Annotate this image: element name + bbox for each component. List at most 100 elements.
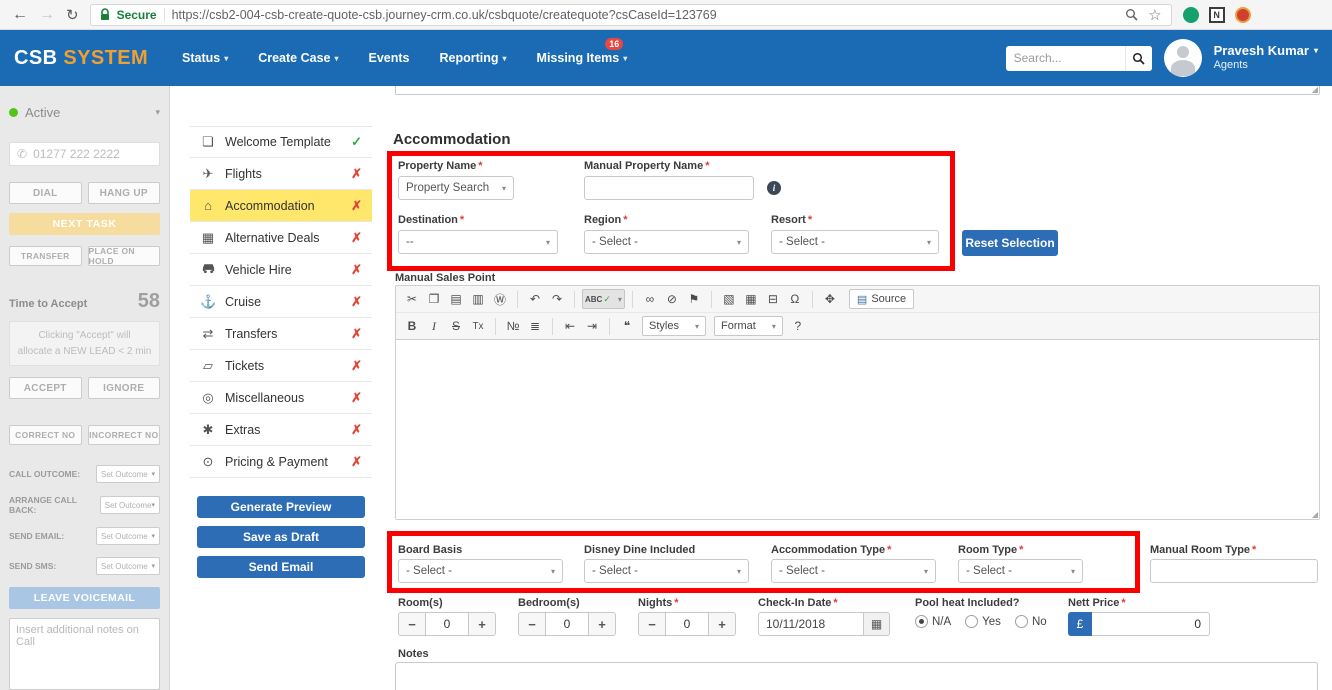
bedrooms-decrement-button[interactable]: −	[518, 612, 546, 636]
reset-selection-button[interactable]: Reset Selection	[962, 230, 1058, 256]
paste-from-word-icon[interactable]: Ⓦ	[490, 289, 510, 309]
save-as-draft-button[interactable]: Save as Draft	[197, 526, 365, 548]
section-pricing-payment[interactable]: ⊙ Pricing & Payment ✗	[190, 446, 372, 478]
search-input[interactable]	[1005, 51, 1125, 65]
arrange-call-back-select[interactable]: Set Outcome ▾	[99, 496, 160, 514]
resize-handle-icon[interactable]: ◢	[1312, 511, 1318, 519]
send-email-select[interactable]: Set Outcome ▾	[96, 527, 160, 545]
increase-indent-icon[interactable]: ⇥	[582, 316, 602, 336]
styles-combo[interactable]: Styles ▾	[642, 316, 706, 336]
correct-no-button[interactable]: CORRECT NO	[9, 425, 82, 445]
property-search-select[interactable]: Property Search ▾	[398, 176, 514, 200]
section-vehicle-hire[interactable]: Vehicle Hire ✗	[190, 254, 372, 286]
decrease-indent-icon[interactable]: ⇤	[560, 316, 580, 336]
room-type-select[interactable]: - Select - ▾	[958, 559, 1083, 583]
anchor-icon[interactable]: ⚑	[684, 289, 704, 309]
section-extras[interactable]: ✱ Extras ✗	[190, 414, 372, 446]
app-logo[interactable]: CSB SYSTEM	[14, 47, 182, 70]
board-basis-select[interactable]: - Select - ▾	[398, 559, 563, 583]
menu-item-events[interactable]: Events	[369, 51, 410, 65]
undo-icon[interactable]: ↶	[525, 289, 545, 309]
pool-heat-no-radio[interactable]: No	[1014, 615, 1047, 628]
special-char-icon[interactable]: Ω	[785, 289, 805, 309]
accommodation-type-select[interactable]: - Select - ▾	[771, 559, 936, 583]
menu-item-create-case[interactable]: Create Case ▾	[258, 51, 338, 65]
send-email-button[interactable]: Send Email	[197, 556, 365, 578]
section-flights[interactable]: ✈ Flights ✗	[190, 158, 372, 190]
send-sms-select[interactable]: Set Outcome ▾	[96, 557, 160, 575]
unlink-icon[interactable]: ⊘	[662, 289, 682, 309]
ordered-list-icon[interactable]: №	[503, 316, 523, 336]
agent-status-dropdown[interactable]: Active ▾	[9, 98, 160, 126]
bookmark-star-icon[interactable]: ☆	[1148, 6, 1161, 24]
browser-refresh-icon[interactable]: ↻	[66, 6, 79, 24]
section-alternative-deals[interactable]: ▦ Alternative Deals ✗	[190, 222, 372, 254]
bold-icon[interactable]: B	[402, 316, 422, 336]
nights-increment-button[interactable]: +	[708, 612, 736, 636]
unordered-list-icon[interactable]: ≣	[525, 316, 545, 336]
paste-icon[interactable]: ▤	[446, 289, 466, 309]
phone-number-field[interactable]: ✆ 01277 222 2222	[9, 142, 160, 166]
blockquote-icon[interactable]: ❝	[617, 316, 637, 336]
section-transfers[interactable]: ⇄ Transfers ✗	[190, 318, 372, 350]
check-in-date-input[interactable]	[758, 612, 864, 636]
horizontal-rule-icon[interactable]: ⊟	[763, 289, 783, 309]
browser-forward-icon[interactable]: →	[39, 6, 55, 23]
bedrooms-value-input[interactable]	[546, 612, 588, 636]
leave-voicemail-button[interactable]: LEAVE VOICEMAIL	[9, 587, 160, 609]
extension-green-icon[interactable]	[1182, 6, 1199, 23]
calendar-icon[interactable]: ▦	[864, 612, 890, 636]
region-select[interactable]: - Select - ▾	[584, 230, 749, 254]
strikethrough-icon[interactable]: S	[446, 316, 466, 336]
menu-item-reporting[interactable]: Reporting ▾	[440, 51, 507, 65]
section-welcome-template[interactable]: ❏ Welcome Template ✓	[190, 126, 372, 158]
resize-handle-icon[interactable]: ◢	[1312, 86, 1318, 94]
menu-item-missing-items[interactable]: 16 Missing Items ▾	[537, 38, 627, 65]
section-tickets[interactable]: ▱ Tickets ✗	[190, 350, 372, 382]
nights-decrement-button[interactable]: −	[638, 612, 666, 636]
ignore-button[interactable]: IGNORE	[87, 377, 160, 399]
redo-icon[interactable]: ↷	[547, 289, 567, 309]
accept-button[interactable]: ACCEPT	[9, 377, 82, 399]
user-menu[interactable]: Pravesh Kumar ▾ Agents	[1214, 43, 1318, 73]
editor-content-area[interactable]: ◢	[396, 340, 1319, 519]
dial-button[interactable]: DIAL	[9, 182, 82, 204]
destination-select[interactable]: -- ▾	[398, 230, 558, 254]
browser-back-icon[interactable]: ←	[12, 6, 28, 23]
url-text[interactable]: https://csb2-004-csb-create-quote-csb.jo…	[172, 8, 1119, 22]
pool-heat-yes-radio[interactable]: Yes	[965, 615, 1001, 628]
maximize-icon[interactable]: ✥	[820, 289, 840, 309]
paste-as-text-icon[interactable]: ▥	[468, 289, 488, 309]
rooms-value-input[interactable]	[426, 612, 468, 636]
format-combo[interactable]: Format ▾	[713, 316, 783, 336]
nights-value-input[interactable]	[666, 612, 708, 636]
transfer-button[interactable]: TRANSFER	[9, 246, 82, 266]
manual-property-name-input[interactable]	[584, 176, 754, 200]
call-outcome-select[interactable]: Set Outcome ▾	[96, 465, 160, 483]
insert-image-icon[interactable]: ▧	[719, 289, 739, 309]
section-miscellaneous[interactable]: ◎ Miscellaneous ✗	[190, 382, 372, 414]
cut-icon[interactable]: ✂	[402, 289, 422, 309]
incorrect-no-button[interactable]: INCORRECT NO	[87, 425, 160, 445]
disney-dine-select[interactable]: - Select - ▾	[584, 559, 749, 583]
copy-icon[interactable]: ❐	[424, 289, 444, 309]
insert-table-icon[interactable]: ▦	[741, 289, 761, 309]
notes-textarea[interactable]	[395, 662, 1318, 690]
source-button[interactable]: ▤ Source	[848, 289, 915, 309]
next-task-button[interactable]: NEXT TASK	[9, 213, 160, 235]
pool-heat-na-radio[interactable]: N/A	[915, 615, 951, 628]
user-avatar[interactable]	[1163, 39, 1202, 77]
section-accommodation[interactable]: ⌂ Accommodation ✗	[190, 190, 372, 222]
rooms-decrement-button[interactable]: −	[398, 612, 426, 636]
extension-n-icon[interactable]: N	[1208, 6, 1225, 23]
menu-item-status[interactable]: Status ▾	[182, 51, 228, 65]
about-icon[interactable]: ?	[788, 316, 808, 336]
call-notes-textarea[interactable]	[9, 618, 160, 690]
rooms-increment-button[interactable]: +	[468, 612, 496, 636]
remove-format-icon[interactable]: Tx	[468, 316, 488, 336]
section-cruise[interactable]: ⚓ Cruise ✗	[190, 286, 372, 318]
italic-icon[interactable]: I	[424, 316, 444, 336]
place-on-hold-button[interactable]: PLACE ON HOLD	[87, 246, 160, 266]
bedrooms-increment-button[interactable]: +	[588, 612, 616, 636]
address-bar[interactable]: Secure https://csb2-004-csb-create-quote…	[89, 3, 1172, 26]
